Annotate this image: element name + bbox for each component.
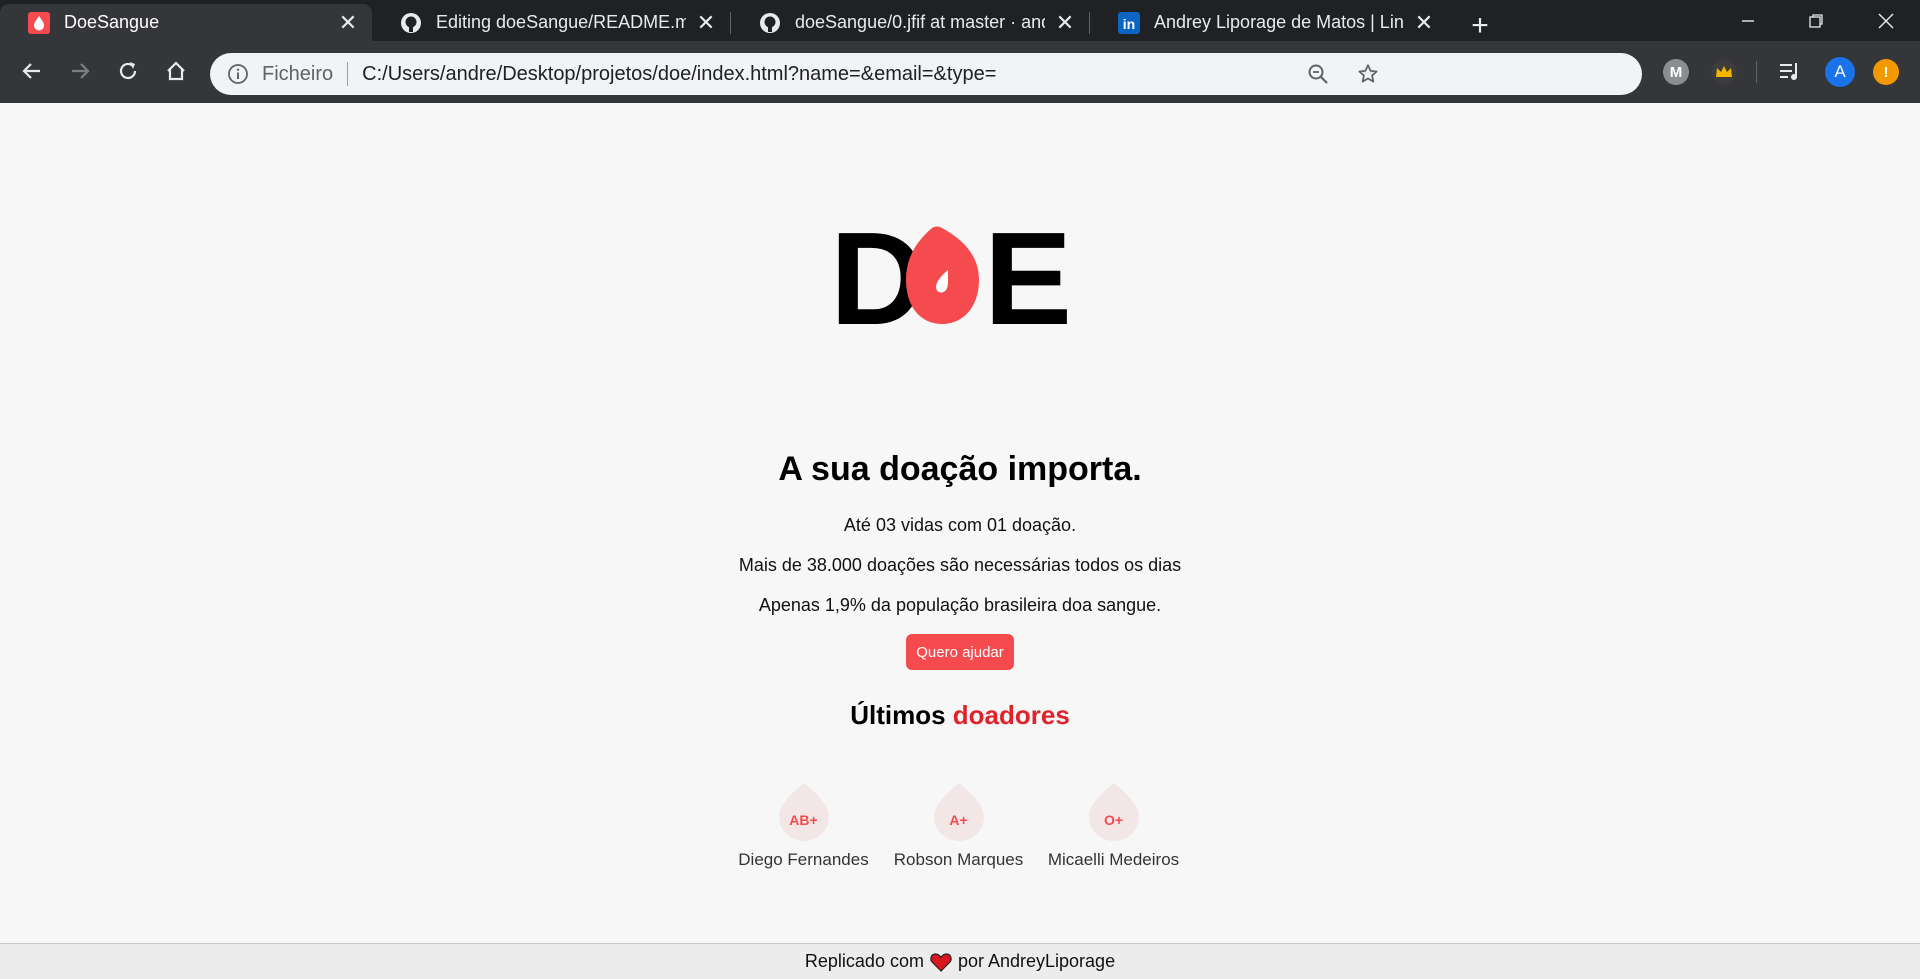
linkedin-icon: in [1118, 11, 1140, 34]
blood-drop-badge: A+ [932, 781, 986, 841]
reload-button[interactable] [108, 51, 148, 91]
tab-title: Andrey Liporage de Matos | Linke [1154, 12, 1404, 32]
tab-editing-readme[interactable]: Editing doeSangue/README.md ✕ [372, 4, 730, 41]
close-tab-icon[interactable]: ✕ [338, 10, 358, 35]
blood-type-label: AB+ [789, 812, 818, 828]
new-tab-button[interactable]: + [1462, 8, 1498, 44]
close-tab-icon[interactable]: ✕ [1055, 10, 1075, 35]
footer-text-before: Replicado com [804, 951, 924, 971]
footer-text-after: por AndreyLiporage [957, 951, 1116, 971]
blood-drop-badge: O+ [1087, 781, 1141, 841]
back-button[interactable] [12, 51, 52, 91]
forward-button[interactable] [60, 51, 100, 91]
extension-m-icon[interactable]: M [1663, 59, 1689, 85]
address-bar[interactable]: Ficheiro C:/Users/andre/Desktop/projetos… [210, 53, 1642, 95]
svg-text:in: in [1123, 16, 1135, 32]
blood-type-label: A+ [949, 812, 968, 828]
logo-letter-e: E [984, 220, 1072, 330]
address-url[interactable]: C:/Users/andre/Desktop/projetos/doe/inde… [362, 63, 996, 86]
doe-logo: D E [836, 220, 1072, 330]
close-tab-icon[interactable]: ✕ [1414, 10, 1434, 35]
update-alert-icon[interactable]: ! [1873, 59, 1899, 85]
tab-title: Editing doeSangue/README.md [436, 12, 686, 32]
home-icon [167, 61, 185, 81]
crown-extension-icon[interactable] [1711, 59, 1737, 85]
page-content: D E A sua doação importa. Até 03 vidas c… [0, 103, 1920, 979]
tab-github-jfif[interactable]: doeSangue/0.jfif at master · andr ✕ [731, 4, 1089, 41]
blood-drop-icon [778, 783, 829, 841]
donor-name: Diego Fernandes [738, 850, 869, 869]
close-tab-icon[interactable]: ✕ [696, 10, 716, 35]
zoom-out-icon[interactable] [1306, 62, 1330, 86]
donors-title-main: Últimos [850, 700, 946, 730]
arrow-left-icon [22, 63, 40, 79]
donors-title: Últimos doadores [0, 700, 1920, 731]
blood-type-label: O+ [1103, 812, 1124, 828]
profile-avatar[interactable]: A [1825, 57, 1855, 87]
fact-donations-needed: Mais de 38.000 doações são necessárias t… [738, 555, 1182, 575]
donor-name: Robson Marques [893, 850, 1024, 869]
donor-name: Micaelli Medeiros [1047, 850, 1180, 869]
address-divider [347, 62, 349, 86]
restore-button[interactable] [1782, 0, 1850, 41]
page-footer: Replicado com por AndreyLiporage [0, 943, 1920, 979]
github-icon [759, 12, 781, 34]
minimize-button[interactable] [1714, 0, 1782, 41]
github-icon [400, 12, 422, 34]
doesangue-favicon-icon [28, 11, 50, 34]
blood-drop-icon [1088, 783, 1139, 841]
donor-card: A+ Robson Marques [881, 781, 1036, 870]
info-icon[interactable] [226, 62, 250, 86]
close-window-button[interactable] [1852, 0, 1920, 41]
address-scheme-label: Ficheiro [262, 62, 334, 85]
donor-card: AB+ Diego Fernandes [726, 781, 881, 870]
media-control-icon[interactable] [1777, 59, 1803, 85]
bookmark-star-icon[interactable] [1356, 62, 1380, 86]
fact-population-percent: Apenas 1,9% da população brasileira doa … [758, 595, 1162, 615]
heart-icon [930, 952, 952, 972]
help-button[interactable]: Quero ajudar [906, 634, 1014, 670]
tab-doesangue[interactable]: DoeSangue ✕ [0, 4, 372, 41]
blood-drop-badge: AB+ [777, 781, 831, 841]
tab-title: DoeSangue [64, 12, 160, 32]
reload-icon [119, 62, 137, 80]
browser-toolbar: Ficheiro C:/Users/andre/Desktop/projetos… [0, 41, 1920, 103]
toolbar-separator [1756, 61, 1757, 83]
blood-drop-icon [933, 783, 984, 841]
home-button[interactable] [156, 51, 196, 91]
tab-linkedin[interactable]: in Andrey Liporage de Matos | Linke ✕ [1090, 4, 1448, 41]
donors-title-accent: doadores [952, 700, 1070, 730]
arrow-right-icon [72, 63, 90, 79]
browser-tab-bar: DoeSangue ✕ Editing doeSangue/README.md … [0, 0, 1920, 44]
page-heading: A sua doação importa. [778, 450, 1142, 488]
fact-lives: Até 03 vidas com 01 doação. [843, 515, 1077, 535]
donor-card: O+ Micaelli Medeiros [1036, 781, 1191, 870]
tab-title: doeSangue/0.jfif at master · andr [795, 12, 1045, 32]
